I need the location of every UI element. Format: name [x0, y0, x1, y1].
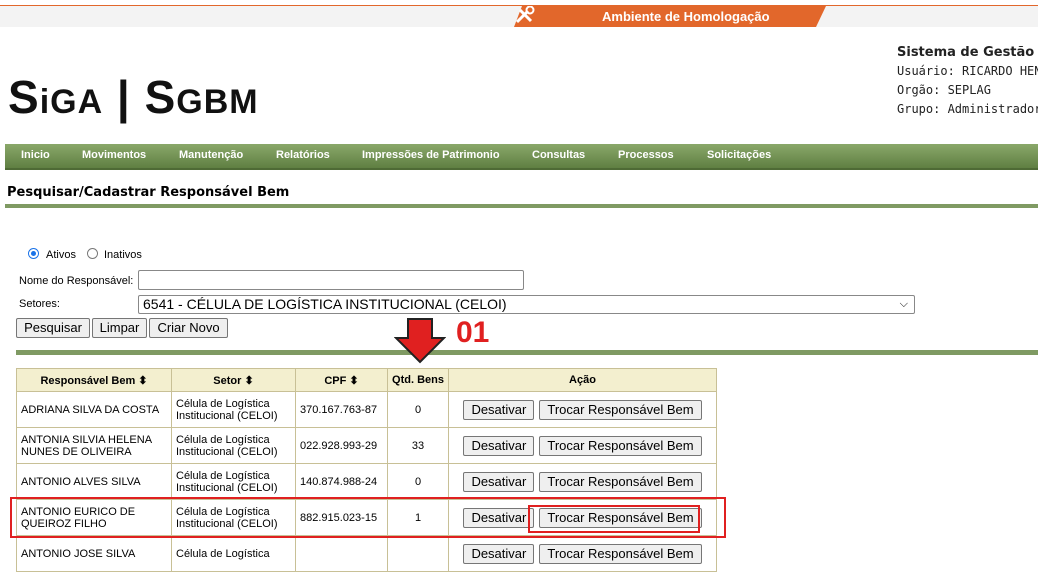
column-header-qtd: Qtd. Bens	[387, 368, 449, 392]
chevron-down-icon: ⌵	[899, 298, 908, 310]
system-title: Sistema de Gestão de	[897, 45, 1038, 60]
cell-sector: Célula de Logística	[171, 535, 296, 572]
menu-item-impressoes[interactable]: Impressões de Patrimonio	[362, 149, 500, 161]
deactivate-button[interactable]: Desativar	[463, 435, 535, 456]
annotation-arrow-icon	[394, 318, 446, 364]
menu-item-inicio[interactable]: Inicio	[21, 149, 50, 161]
cell-name: ADRIANA SILVA DA COSTA	[16, 391, 172, 428]
group-info: Grupo: Administrador	[897, 102, 1038, 116]
environment-banner: Ambiente de Homologação	[514, 6, 826, 27]
search-button[interactable]: Pesquisar	[16, 318, 90, 338]
cell-qty	[387, 535, 449, 572]
highlight-button-box	[528, 505, 700, 533]
menu-item-manutencao[interactable]: Manutenção	[179, 149, 243, 161]
deactivate-button[interactable]: Desativar	[463, 471, 535, 492]
menu-item-processos[interactable]: Processos	[618, 149, 674, 161]
deactivate-button[interactable]: Desativar	[463, 543, 535, 564]
cell-name: ANTONIA SILVIA HELENA NUNES DE OLIVEIRA	[16, 427, 172, 464]
cell-cpf: 140.874.988-24	[295, 463, 388, 500]
menu-item-consultas[interactable]: Consultas	[532, 149, 585, 161]
radio-active-label: Ativos	[46, 249, 76, 261]
cell-name: ANTONIO ALVES SILVA	[16, 463, 172, 500]
sector-label: Setores:	[19, 298, 60, 310]
environment-label: Ambiente de Homologação	[602, 9, 770, 24]
page-title: Pesquisar/Cadastrar Responsável Bem	[7, 185, 290, 200]
column-header-responsavel[interactable]: Responsável Bem ⬍	[16, 368, 172, 392]
table-row: ADRIANA SILVA DA COSTA Célula de Logísti…	[16, 391, 717, 428]
cell-cpf: 022.928.993-29	[295, 427, 388, 464]
sector-select[interactable]: 6541 - CÉLULA DE LOGÍSTICA INSTITUCIONAL…	[138, 295, 915, 314]
clear-button[interactable]: Limpar	[92, 318, 147, 338]
cell-qty: 33	[387, 427, 449, 464]
radio-inactive[interactable]	[87, 248, 98, 259]
column-header-cpf[interactable]: CPF ⬍	[295, 368, 388, 392]
name-label: Nome do Responsável:	[19, 275, 134, 287]
results-table: Responsável Bem ⬍ Setor ⬍ CPF ⬍ Qtd. Ben…	[16, 368, 717, 572]
system-info: Sistema de Gestão de Usuário: RICARDO HE…	[897, 43, 1038, 119]
main-menu: Inicio Movimentos Manutenção Relatórios …	[5, 144, 1038, 170]
cell-cpf: 370.167.763-87	[295, 391, 388, 428]
name-input[interactable]	[138, 270, 524, 290]
create-new-button[interactable]: Criar Novo	[149, 318, 228, 338]
table-row: ANTONIO ALVES SILVA Célula de Logística …	[16, 463, 717, 500]
swap-responsible-button[interactable]: Trocar Responsável Bem	[539, 543, 702, 564]
table-header-row: Responsável Bem ⬍ Setor ⬍ CPF ⬍ Qtd. Ben…	[16, 368, 717, 392]
radio-inactive-label: Inativos	[104, 249, 142, 261]
org-info: Orgão: SEPLAG	[897, 83, 991, 97]
menu-item-movimentos[interactable]: Movimentos	[82, 149, 146, 161]
logo: SiGA | SGBM	[8, 71, 259, 123]
section-divider	[5, 204, 1038, 208]
radio-active[interactable]	[28, 248, 39, 259]
column-header-acao: Ação	[448, 368, 717, 392]
cell-qty: 0	[387, 391, 449, 428]
swap-responsible-button[interactable]: Trocar Responsável Bem	[539, 471, 702, 492]
menu-item-relatorios[interactable]: Relatórios	[276, 149, 330, 161]
cell-sector: Célula de Logística Institucional (CELOI…	[171, 427, 296, 464]
cell-sector: Célula de Logística Institucional (CELOI…	[171, 391, 296, 428]
table-row: ANTONIO JOSE SILVA Célula de Logística D…	[16, 535, 717, 572]
swap-responsible-button[interactable]: Trocar Responsável Bem	[539, 435, 702, 456]
user-info: Usuário: RICARDO HEN	[897, 64, 1038, 78]
cell-sector: Célula de Logística Institucional (CELOI…	[171, 463, 296, 500]
swap-responsible-button[interactable]: Trocar Responsável Bem	[539, 399, 702, 420]
cell-name: ANTONIO JOSE SILVA	[16, 535, 172, 572]
tools-icon	[515, 6, 535, 24]
sector-selected-value: 6541 - CÉLULA DE LOGÍSTICA INSTITUCIONAL…	[143, 296, 507, 312]
cell-qty: 0	[387, 463, 449, 500]
results-divider	[16, 350, 1038, 355]
column-header-setor[interactable]: Setor ⬍	[171, 368, 296, 392]
menu-item-solicitacoes[interactable]: Solicitações	[707, 149, 771, 161]
table-row: ANTONIA SILVIA HELENA NUNES DE OLIVEIRA …	[16, 427, 717, 464]
annotation-number: 01	[456, 316, 490, 349]
cell-cpf	[295, 535, 388, 572]
deactivate-button[interactable]: Desativar	[463, 399, 535, 420]
